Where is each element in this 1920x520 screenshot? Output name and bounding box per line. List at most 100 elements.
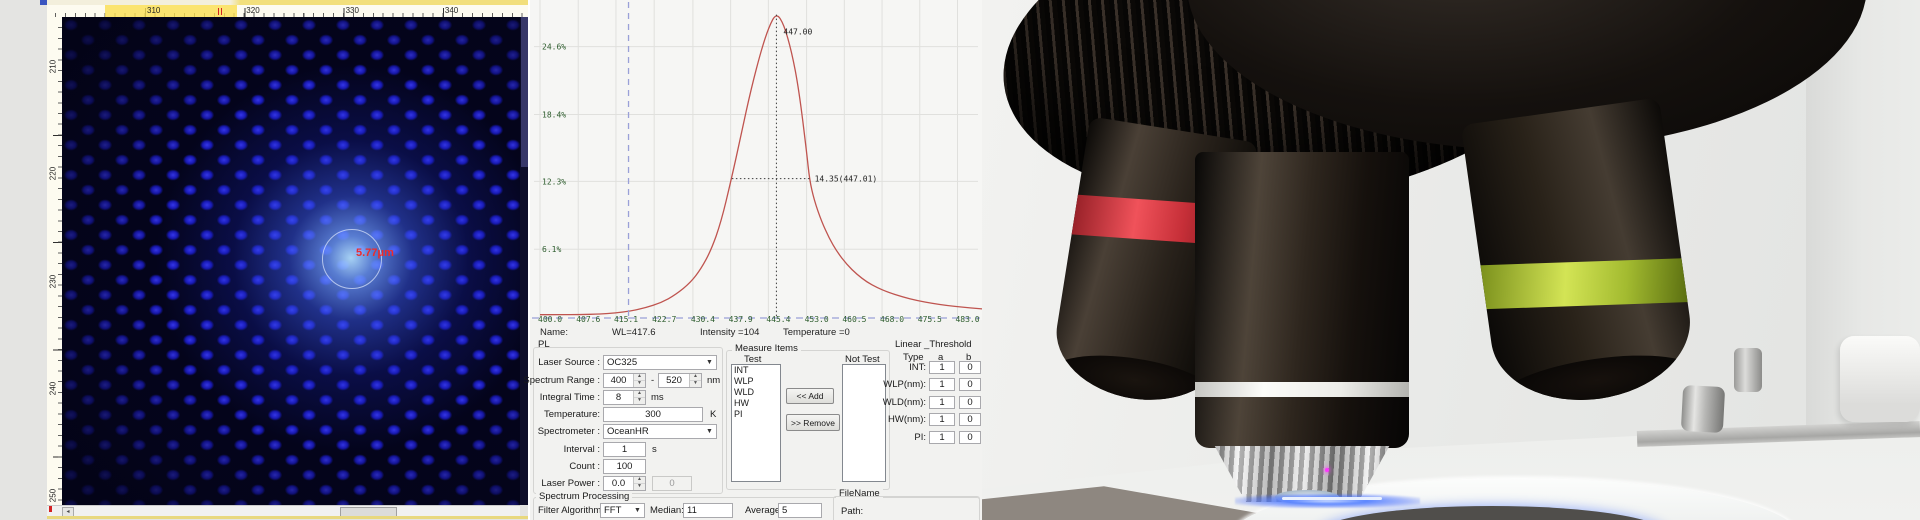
interval-unit: s [652,444,657,455]
ruler-left-label: 230 [49,266,58,296]
interval-label: Interval : [482,444,600,455]
threshold-b-field[interactable]: 0 [959,413,981,426]
screenshot-root: 310320330340 210220230240250 5.77μm ◂ 44… [0,0,1920,520]
integral-time-unit: ms [651,392,664,403]
ruler-left-label: 240 [49,373,58,403]
objective-ring-green [1467,258,1699,310]
interval-field[interactable]: 1 [603,442,646,457]
threshold-b-field[interactable]: 0 [959,378,981,391]
temperature-field[interactable]: 300 [603,407,703,422]
integral-time-label: Integral Time : [482,392,600,403]
ruler-cursor-mark-vertical [49,506,52,512]
measure-items-title: Measure Items [732,343,801,354]
status-temperature: Temperature =0 [783,327,850,338]
threshold-a-field[interactable]: 1 [929,396,955,409]
svg-text:430.4: 430.4 [691,315,715,324]
spin-down-icon[interactable]: ▼ [634,484,645,490]
dropdown-arrow-icon[interactable]: ▼ [703,428,716,435]
ruler-left-label: 220 [49,159,58,189]
stage-screw-small [1734,348,1762,392]
ruler-top-label: 340 [445,6,458,15]
measure-item[interactable]: PI [732,409,780,420]
laser-speck [1325,468,1329,472]
spectrum-range-unit: nm [707,375,720,386]
svg-text:445.4: 445.4 [766,315,790,324]
spectrum-range-label: Spectrum Range : [482,375,600,386]
svg-text:453.0: 453.0 [805,315,829,324]
temperature-label: Temperature: [482,409,600,420]
status-intensity: Intensity =104 [700,327,759,338]
threshold-row-label: WLP(nm): [860,379,926,390]
threshold-table: INT:10WLP(nm):10WLD(nm):10HW(nm):10PI:10 [860,340,984,490]
median-field[interactable]: 11 [683,503,733,518]
measurement-circle [322,229,382,289]
svg-text:447.00: 447.00 [783,28,812,37]
spectrum-chart[interactable]: 447.0014.35(447.01)400.0407.6415.1422.74… [530,0,982,324]
svg-text:437.9: 437.9 [729,315,753,324]
spin-down-icon[interactable]: ▼ [634,398,645,404]
median-label: Median: [650,505,684,516]
measure-item[interactable]: WLP [732,376,780,387]
laser-power-label: Laser Power : [482,478,600,489]
filter-algorithm-label: Filter Algorithm: [538,505,604,516]
threshold-b-field[interactable]: 0 [959,361,981,374]
range-separator: - [651,375,654,386]
status-wavelength: WL=417.6 [612,327,656,338]
ruler-top-label: 330 [346,6,359,15]
svg-text:18.4%: 18.4% [542,111,566,120]
window-corner [40,0,47,5]
ruler-vertical: 210220230240250 [47,17,63,505]
measure-item[interactable]: WLD [732,387,780,398]
svg-text:400.0: 400.0 [538,315,562,324]
image-vignette [62,17,520,505]
count-field[interactable]: 100 [603,459,646,474]
ruler-top-label: 320 [246,6,259,15]
dropdown-arrow-icon[interactable]: ▼ [631,507,644,514]
spectrum-range-from-stepper[interactable]: 400 ▲▼ [603,373,646,388]
threshold-a-field[interactable]: 1 [929,378,955,391]
svg-text:407.6: 407.6 [576,315,600,324]
threshold-row-label: WLD(nm): [860,397,926,408]
threshold-a-field[interactable]: 1 [929,413,955,426]
integral-time-stepper[interactable]: 8 ▲▼ [603,390,646,405]
threshold-a-field[interactable]: 1 [929,431,955,444]
spectrum-processing-title: Spectrum Processing [536,491,632,502]
measurement-label: 5.77μm [356,247,394,259]
threshold-a-field[interactable]: 1 [929,361,955,374]
stage-screw [1681,385,1725,433]
svg-text:468.0: 468.0 [880,315,904,324]
measure-item[interactable]: HW [732,398,780,409]
svg-text:24.6%: 24.6% [542,43,566,52]
objective-ring-white [1195,382,1409,397]
filter-algorithm-select[interactable]: FFT ▼ [600,503,645,518]
laser-glow-core [1282,497,1382,500]
laser-power-stepper[interactable]: 0.0 ▲▼ [603,476,646,491]
ruler-cursor-mark [218,8,224,15]
threshold-row-label: INT: [860,362,926,373]
svg-text:12.3%: 12.3% [542,177,566,186]
threshold-b-field[interactable]: 0 [959,396,981,409]
add-button[interactable]: << Add [786,388,834,404]
svg-text:483.0: 483.0 [955,315,979,324]
svg-text:6.1%: 6.1% [542,245,561,254]
ruler-left-label: 210 [49,52,58,82]
svg-text:460.5: 460.5 [842,315,866,324]
spectrometer-select[interactable]: OceanHR ▼ [603,424,717,439]
count-label: Count : [482,461,600,472]
spin-down-icon[interactable]: ▼ [634,381,645,387]
threshold-b-field[interactable]: 0 [959,431,981,444]
camera-image[interactable]: 5.77μm [62,17,520,505]
remove-button[interactable]: >> Remove [786,414,840,431]
measure-item[interactable]: INT [732,365,780,376]
average-field[interactable]: 5 [778,503,822,518]
spectrum-range-to-stepper[interactable]: 520 ▲▼ [658,373,702,388]
test-items-listbox[interactable]: INTWLPWLDHWPI [731,364,781,482]
status-name-label: Name: [540,327,568,338]
dropdown-arrow-icon[interactable]: ▼ [703,359,716,366]
temperature-unit: K [710,409,716,420]
spin-down-icon[interactable]: ▼ [690,381,701,387]
ruler-top-label: 310 [147,6,160,15]
threshold-row-label: PI: [860,432,926,443]
svg-text:14.35(447.01): 14.35(447.01) [815,175,878,184]
laser-source-select[interactable]: OC325 ▼ [603,355,717,370]
